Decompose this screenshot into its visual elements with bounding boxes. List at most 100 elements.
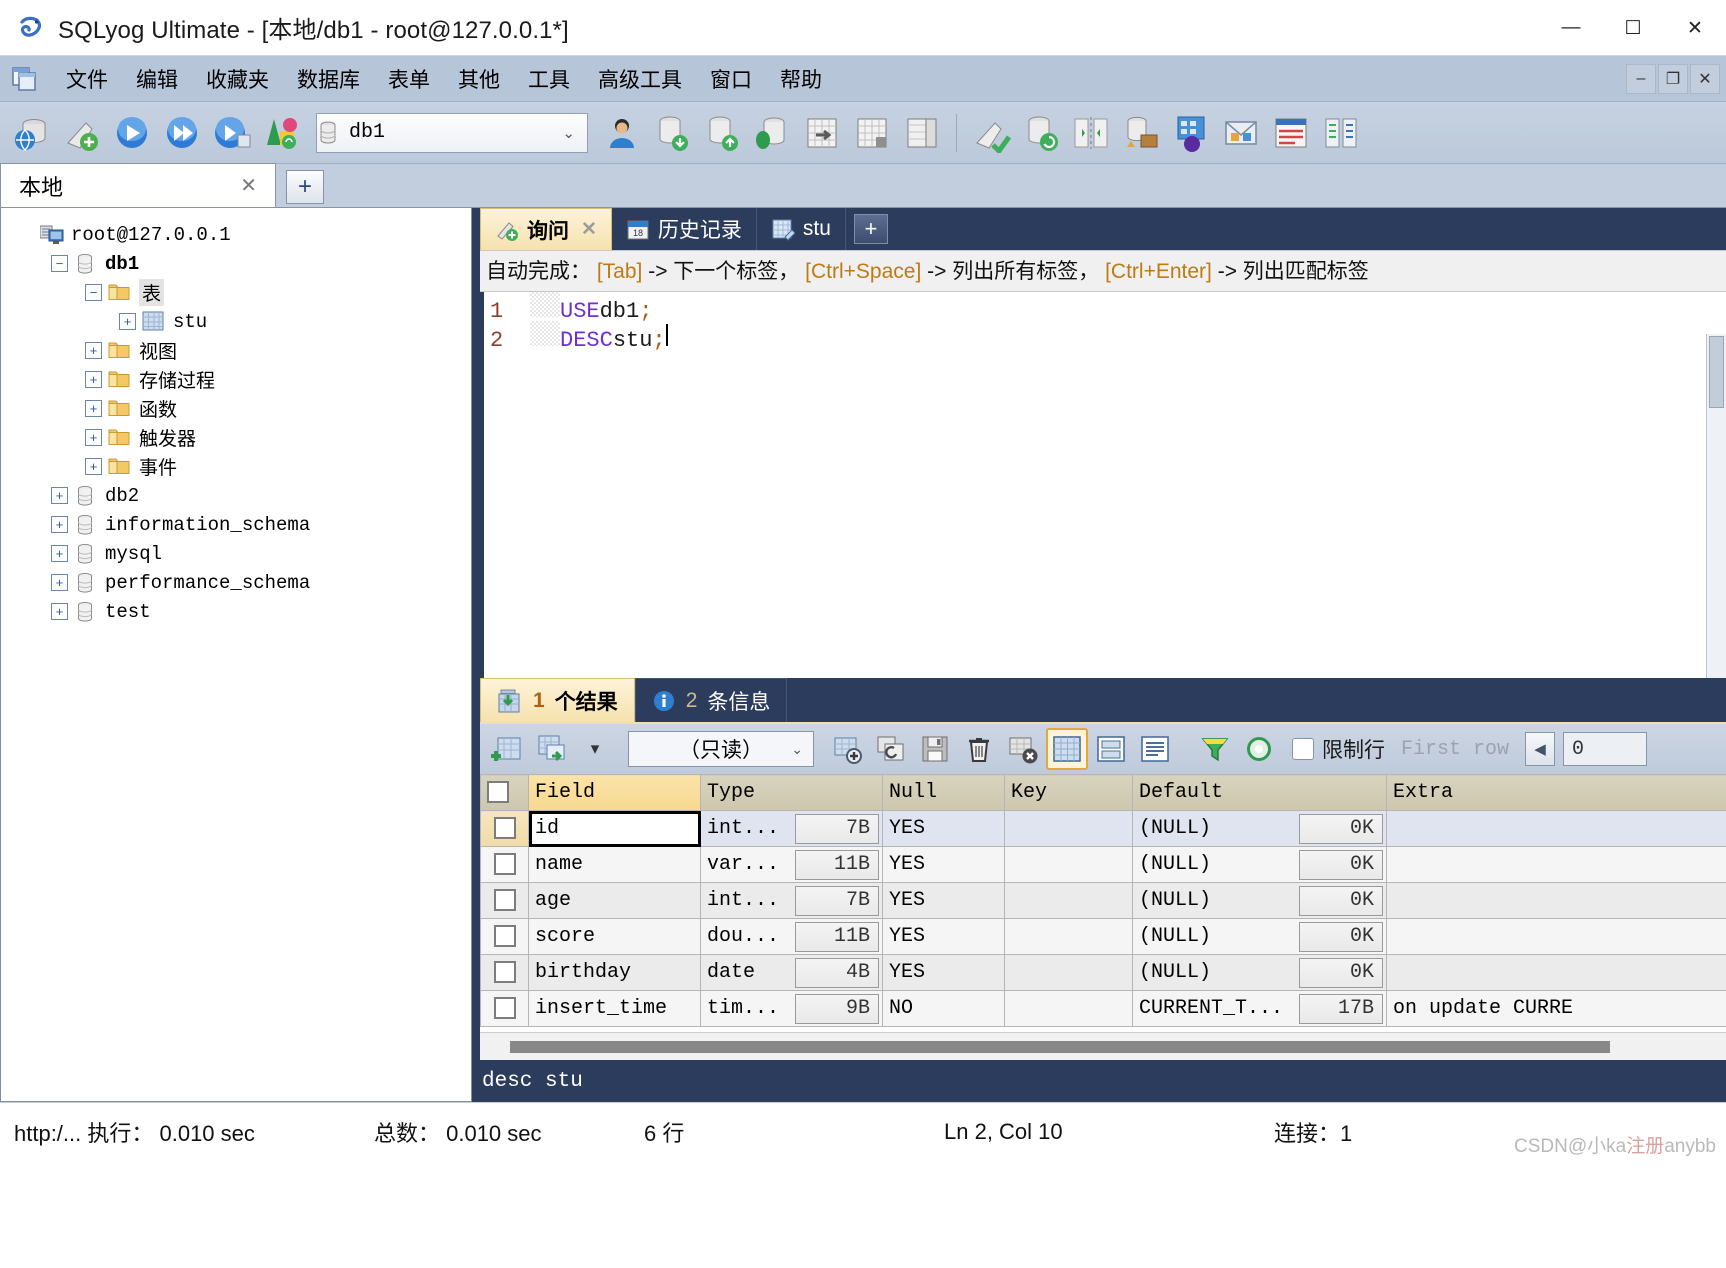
- delete-row-icon[interactable]: [958, 728, 1000, 770]
- cell-size-badge[interactable]: 7B: [795, 885, 879, 916]
- collapse-icon[interactable]: −: [51, 255, 68, 272]
- cell-field[interactable]: id: [528, 810, 701, 847]
- mdi-close-button[interactable]: ✕: [1690, 64, 1720, 94]
- cell-null[interactable]: YES: [882, 954, 1005, 991]
- add-connection-tab-button[interactable]: +: [286, 170, 324, 204]
- row-select-cell[interactable]: [480, 954, 529, 991]
- tree-node-db2[interactable]: + db2: [9, 481, 471, 510]
- readonly-mode-selector[interactable]: （只读） ⌄: [628, 731, 814, 767]
- tree-node-[interactable]: + 函数: [9, 394, 471, 423]
- cell-null[interactable]: YES: [882, 810, 1005, 847]
- cell-key[interactable]: [1004, 846, 1133, 883]
- scrollbar-thumb[interactable]: [1709, 336, 1724, 408]
- column-header-field[interactable]: Field: [528, 774, 701, 811]
- expand-icon[interactable]: +: [51, 603, 68, 620]
- save-changes-icon[interactable]: [914, 728, 956, 770]
- close-icon[interactable]: ✕: [234, 173, 263, 198]
- refresh-row-icon[interactable]: [870, 728, 912, 770]
- grid-view-icon[interactable]: [1046, 728, 1088, 770]
- expand-icon[interactable]: +: [119, 313, 136, 330]
- expand-icon[interactable]: +: [51, 545, 68, 562]
- cell-null[interactable]: YES: [882, 918, 1005, 955]
- refresh-icon[interactable]: [1238, 728, 1280, 770]
- menu-edit[interactable]: 编辑: [122, 60, 192, 98]
- cell-key[interactable]: [1004, 990, 1133, 1027]
- expand-icon[interactable]: +: [51, 574, 68, 591]
- cell-extra[interactable]: [1386, 846, 1726, 883]
- cell-type[interactable]: int... 7B: [700, 882, 883, 919]
- expand-icon[interactable]: +: [85, 429, 102, 446]
- cell-field[interactable]: age: [528, 882, 701, 919]
- cell-type[interactable]: tim... 9B: [700, 990, 883, 1027]
- insert-row-icon[interactable]: [486, 728, 528, 770]
- table-row[interactable]: insert_time tim... 9B NO CURRENT_T... 17B on u…: [480, 990, 1726, 1027]
- cell-default[interactable]: CURRENT_T... 17B: [1132, 990, 1387, 1027]
- cell-default[interactable]: (NULL) 0K: [1132, 810, 1387, 847]
- database-selector[interactable]: db1 ⌄: [316, 112, 588, 153]
- table-row[interactable]: age int... 7B YES (NULL) 0K: [480, 882, 1726, 919]
- results-dropdown-caret[interactable]: ▾: [574, 728, 616, 770]
- tree-node-stu[interactable]: + stu: [9, 307, 471, 336]
- table-row[interactable]: birthday date 4B YES (NULL) 0K: [480, 954, 1726, 991]
- cell-size-badge[interactable]: 0K: [1299, 813, 1383, 844]
- cell-size-badge[interactable]: 7B: [795, 813, 879, 844]
- mdi-minimize-button[interactable]: –: [1626, 64, 1656, 94]
- checkbox-icon[interactable]: [493, 996, 516, 1019]
- tab-results[interactable]: 1 个结果: [480, 678, 635, 722]
- import-database-icon[interactable]: [648, 109, 696, 157]
- tab-stu[interactable]: stu: [757, 208, 846, 250]
- select-all-header[interactable]: [480, 774, 529, 811]
- menu-advanced-tools[interactable]: 高级工具: [584, 60, 696, 98]
- first-row-prev-button[interactable]: ◀: [1525, 732, 1556, 766]
- cell-type[interactable]: var... 11B: [700, 846, 883, 883]
- sql-code-area[interactable]: 1 USE db1 ; 2 DESC stu ;: [480, 292, 1726, 678]
- schema-compare-icon[interactable]: [1067, 109, 1115, 157]
- row-select-cell[interactable]: [480, 882, 529, 919]
- tree-node-information_schema[interactable]: + information_schema: [9, 510, 471, 539]
- cell-field[interactable]: birthday: [528, 954, 701, 991]
- column-header-default[interactable]: Default: [1132, 774, 1387, 811]
- table-row[interactable]: score dou... 11B YES (NULL) 0K: [480, 918, 1726, 955]
- column-header-type[interactable]: Type: [700, 774, 883, 811]
- cell-null[interactable]: YES: [882, 846, 1005, 883]
- cell-field[interactable]: insert_time: [528, 990, 701, 1027]
- row-select-cell[interactable]: [480, 990, 529, 1027]
- notification-services-icon[interactable]: [1217, 109, 1265, 157]
- cell-size-badge[interactable]: 0K: [1299, 885, 1383, 916]
- tab-history[interactable]: 18 历史记录: [612, 208, 757, 250]
- cell-type[interactable]: date 4B: [700, 954, 883, 991]
- cell-extra[interactable]: [1386, 918, 1726, 955]
- menu-tools[interactable]: 工具: [514, 60, 584, 98]
- close-icon[interactable]: ✕: [581, 218, 597, 241]
- cell-extra[interactable]: [1386, 954, 1726, 991]
- sync-database-icon[interactable]: [1017, 109, 1065, 157]
- row-select-cell[interactable]: [480, 846, 529, 883]
- scheduled-backup-icon[interactable]: [1167, 109, 1215, 157]
- menu-form[interactable]: 表单: [374, 60, 444, 98]
- form-view-icon[interactable]: [1090, 728, 1132, 770]
- maximize-button[interactable]: ☐: [1602, 0, 1664, 56]
- schema-sync-icon[interactable]: [258, 109, 306, 157]
- checkbox-icon[interactable]: [493, 924, 516, 947]
- minimize-button[interactable]: —: [1540, 0, 1602, 56]
- cell-size-badge[interactable]: 0K: [1299, 849, 1383, 880]
- column-header-null[interactable]: Null: [882, 774, 1005, 811]
- cell-extra[interactable]: [1386, 810, 1726, 847]
- cell-key[interactable]: [1004, 954, 1133, 991]
- first-row-input[interactable]: 0: [1563, 732, 1648, 766]
- cell-key[interactable]: [1004, 810, 1133, 847]
- table-diagnostics-icon[interactable]: [898, 109, 946, 157]
- expand-icon[interactable]: +: [85, 371, 102, 388]
- add-field-icon[interactable]: [826, 728, 868, 770]
- sql-formatter-icon[interactable]: [1317, 109, 1365, 157]
- checkbox-icon[interactable]: [493, 888, 516, 911]
- filter-icon[interactable]: [1194, 728, 1236, 770]
- export-database-icon[interactable]: [698, 109, 746, 157]
- row-select-cell[interactable]: [480, 810, 529, 847]
- cell-size-badge[interactable]: 0K: [1299, 921, 1383, 952]
- cell-default[interactable]: (NULL) 0K: [1132, 954, 1387, 991]
- export-grid-icon[interactable]: [798, 109, 846, 157]
- scrollbar-thumb[interactable]: [510, 1040, 1610, 1053]
- menu-database[interactable]: 数据库: [283, 60, 374, 98]
- duplicate-row-icon[interactable]: [530, 728, 572, 770]
